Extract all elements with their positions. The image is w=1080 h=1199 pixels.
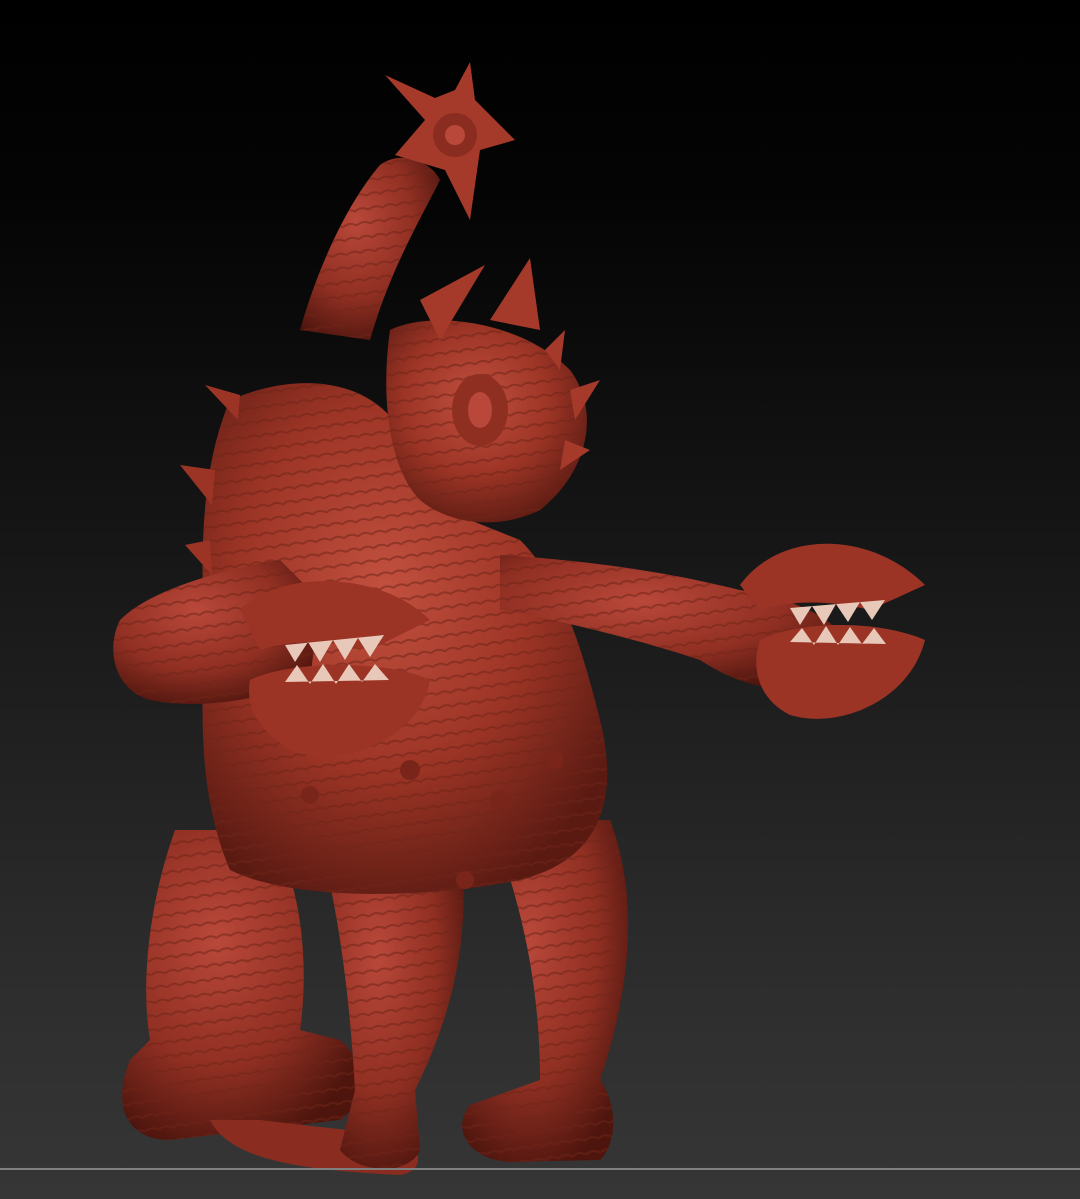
sculpt-viewport[interactable]	[0, 0, 1080, 1199]
neck-stalk	[300, 157, 440, 340]
floor-grid-line	[0, 1168, 1080, 1170]
head	[386, 258, 600, 523]
kaiju-sculpt-model[interactable]	[0, 0, 1080, 1199]
